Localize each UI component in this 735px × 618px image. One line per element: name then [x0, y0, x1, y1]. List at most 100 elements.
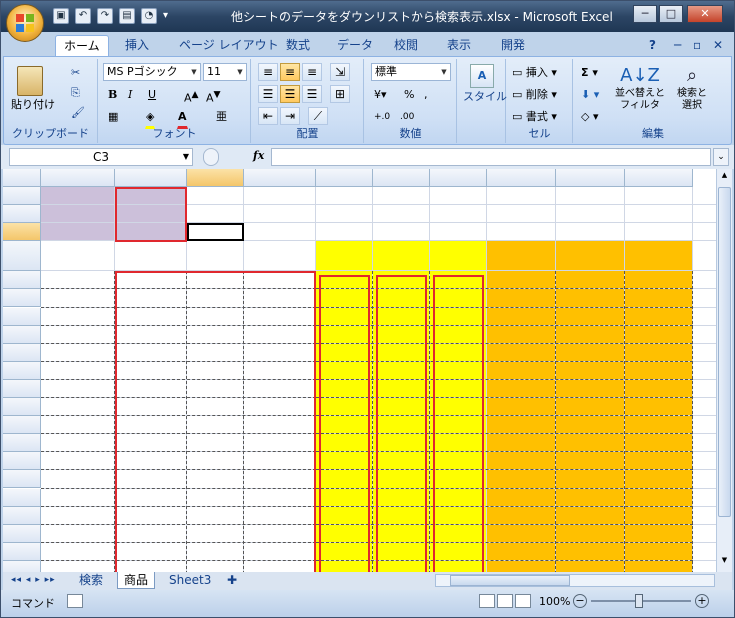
- worksheet-grid[interactable]: [3, 169, 716, 572]
- work-2-cell[interactable]: [487, 344, 556, 362]
- work-2-cell[interactable]: [625, 289, 693, 307]
- sheet-nav-icon[interactable]: ◂◂ ◂ ▸ ▸▸: [5, 572, 62, 589]
- product-cell[interactable]: [41, 362, 115, 380]
- row-header-9[interactable]: [3, 343, 41, 362]
- column-header-b[interactable]: [115, 169, 187, 187]
- formula-expand-icon[interactable]: [203, 148, 219, 166]
- tab-home[interactable]: ホーム: [55, 35, 109, 56]
- align-right-icon[interactable]: ☰: [302, 85, 322, 103]
- phonetic-icon[interactable]: 亜: [215, 107, 228, 127]
- row-header-8[interactable]: [3, 325, 41, 344]
- row-header-16[interactable]: [3, 470, 41, 489]
- autosum-icon[interactable]: Σ ▾: [580, 63, 599, 83]
- scroll-up-icon[interactable]: ▲: [718, 171, 731, 185]
- sheet-tab-sheet3[interactable]: Sheet3: [163, 572, 217, 589]
- copy-icon[interactable]: ⎘: [70, 83, 81, 103]
- column-header-c[interactable]: [187, 169, 244, 187]
- border-icon[interactable]: ▦: [107, 107, 119, 127]
- undo-icon[interactable]: ↶: [75, 8, 91, 24]
- work-2-cell[interactable]: [625, 326, 693, 344]
- normal-view-icon[interactable]: [479, 594, 495, 608]
- tab-review[interactable]: 校閲: [386, 35, 426, 56]
- column-header-i[interactable]: [556, 169, 625, 187]
- format-painter-icon[interactable]: 🖌: [70, 103, 86, 123]
- zoom-level[interactable]: 100%: [539, 595, 570, 608]
- insert-cells-button[interactable]: ▭ 挿入 ▾: [511, 63, 558, 83]
- number-format-combo[interactable]: 標準 ▼: [371, 63, 451, 81]
- select-all-corner[interactable]: [3, 169, 41, 187]
- clear-icon[interactable]: ◇ ▾: [580, 107, 599, 127]
- customize-qat-icon[interactable]: ▾: [163, 8, 168, 26]
- product-cell[interactable]: [41, 308, 115, 326]
- orientation-icon[interactable]: ⟋: [308, 107, 328, 125]
- decrease-indent-icon[interactable]: ⇤: [258, 107, 278, 125]
- shrink-font-icon[interactable]: A▼: [205, 85, 222, 109]
- align-left-icon[interactable]: ☰: [258, 85, 278, 103]
- work-2-cell[interactable]: [556, 289, 625, 307]
- tab-developer[interactable]: 開発: [493, 35, 533, 56]
- sheet-tab-search[interactable]: 検索: [73, 572, 109, 589]
- product-cell[interactable]: [41, 416, 115, 434]
- print-preview-icon[interactable]: ◔: [141, 8, 157, 24]
- product-cell[interactable]: [41, 398, 115, 416]
- insert-sheet-icon[interactable]: ✚: [221, 572, 243, 589]
- column-header-g[interactable]: [430, 169, 487, 187]
- wrap-text-icon[interactable]: ⇲: [330, 63, 350, 81]
- column-header-d[interactable]: [244, 169, 316, 187]
- work-2-cell[interactable]: [556, 308, 625, 326]
- work-2-cell[interactable]: [625, 344, 693, 362]
- row-header-15[interactable]: [3, 452, 41, 471]
- column-header-a[interactable]: [41, 169, 115, 187]
- style-button[interactable]: A スタイル: [462, 63, 507, 107]
- paste-button[interactable]: 貼り付け: [10, 63, 55, 121]
- comma-icon[interactable]: ,: [423, 85, 429, 105]
- tab-view[interactable]: 表示: [439, 35, 479, 56]
- row-header-12[interactable]: [3, 398, 41, 417]
- tab-page-layout[interactable]: ページ レイアウト: [171, 35, 287, 56]
- row-header-5[interactable]: [3, 271, 41, 290]
- horizontal-scroll-thumb[interactable]: [450, 575, 570, 586]
- selected-cell-c3[interactable]: [187, 223, 244, 242]
- underline-button[interactable]: U: [147, 85, 157, 105]
- row-header-17[interactable]: [3, 488, 41, 507]
- row-header-11[interactable]: [3, 379, 41, 398]
- align-center-icon[interactable]: ☰: [280, 85, 300, 103]
- row-header-2[interactable]: [3, 205, 41, 224]
- find-select-button[interactable]: ⌕ 検索と 選択: [670, 63, 714, 113]
- row-header-14[interactable]: [3, 434, 41, 453]
- save-icon[interactable]: ▣: [53, 8, 69, 24]
- format-cells-button[interactable]: ▭ 書式 ▾: [511, 107, 558, 127]
- formula-input[interactable]: [271, 148, 711, 166]
- product-cell[interactable]: [41, 434, 115, 452]
- grow-font-icon[interactable]: A▲: [183, 85, 200, 109]
- product-cell[interactable]: [41, 380, 115, 398]
- zoom-slider-thumb[interactable]: [635, 594, 643, 608]
- row-header-7[interactable]: [3, 307, 41, 326]
- office-button[interactable]: [6, 4, 44, 42]
- redo-icon[interactable]: ↷: [97, 8, 113, 24]
- zoom-out-icon[interactable]: −: [573, 594, 587, 608]
- italic-button[interactable]: I: [127, 85, 133, 105]
- font-name-combo[interactable]: MS Pゴシック ▼: [103, 63, 201, 81]
- column-header-f[interactable]: [373, 169, 430, 187]
- percent-icon[interactable]: %: [403, 85, 415, 105]
- merge-center-icon[interactable]: ⊞: [330, 85, 350, 103]
- row-header-19[interactable]: [3, 524, 41, 543]
- currency-icon[interactable]: ¥▾: [373, 85, 388, 105]
- decrease-decimal-icon[interactable]: .00: [399, 107, 415, 127]
- minimize-button[interactable]: ─: [633, 5, 657, 23]
- work-2-cell[interactable]: [487, 289, 556, 307]
- column-header-j[interactable]: [625, 169, 693, 187]
- row-header-4[interactable]: [3, 241, 41, 272]
- row-header-6[interactable]: [3, 289, 41, 308]
- page-break-view-icon[interactable]: [515, 594, 531, 608]
- column-header-h[interactable]: [487, 169, 556, 187]
- product-cell[interactable]: [41, 452, 115, 470]
- align-middle-icon[interactable]: ≡: [280, 63, 300, 81]
- page-layout-view-icon[interactable]: [497, 594, 513, 608]
- align-bottom-icon[interactable]: ≡: [302, 63, 322, 81]
- row-header-10[interactable]: [3, 361, 41, 380]
- align-top-icon[interactable]: ≡: [258, 63, 278, 81]
- product-cell[interactable]: [41, 289, 115, 307]
- bold-button[interactable]: B: [107, 85, 118, 105]
